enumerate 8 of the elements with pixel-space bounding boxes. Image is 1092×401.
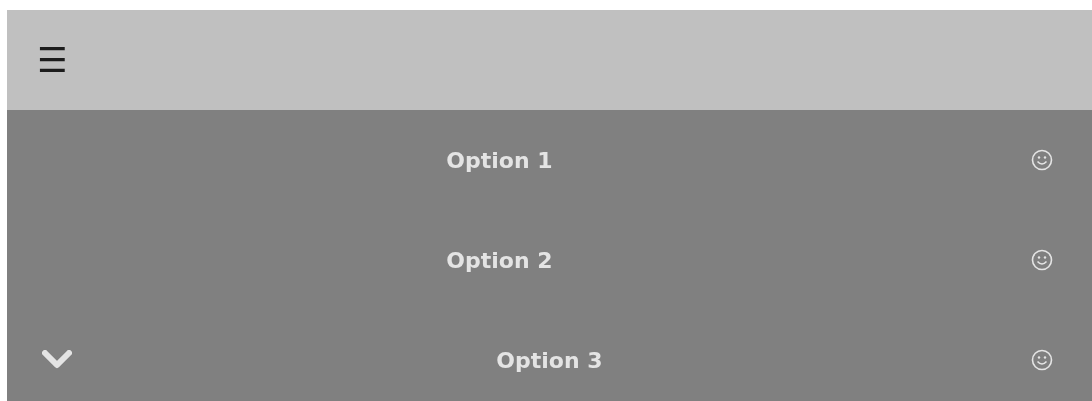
menu-item[interactable]: Option 3 xyxy=(496,347,603,373)
chevron-down-icon xyxy=(42,350,72,370)
menu-item[interactable]: Option 1 xyxy=(446,147,553,173)
smiley-icon xyxy=(1031,249,1053,271)
smiley-icon xyxy=(1031,149,1053,171)
menu-icon[interactable]: ☰ xyxy=(37,43,68,77)
smiley-icon xyxy=(1031,349,1053,371)
menu-item[interactable]: Option 2 xyxy=(446,247,553,273)
